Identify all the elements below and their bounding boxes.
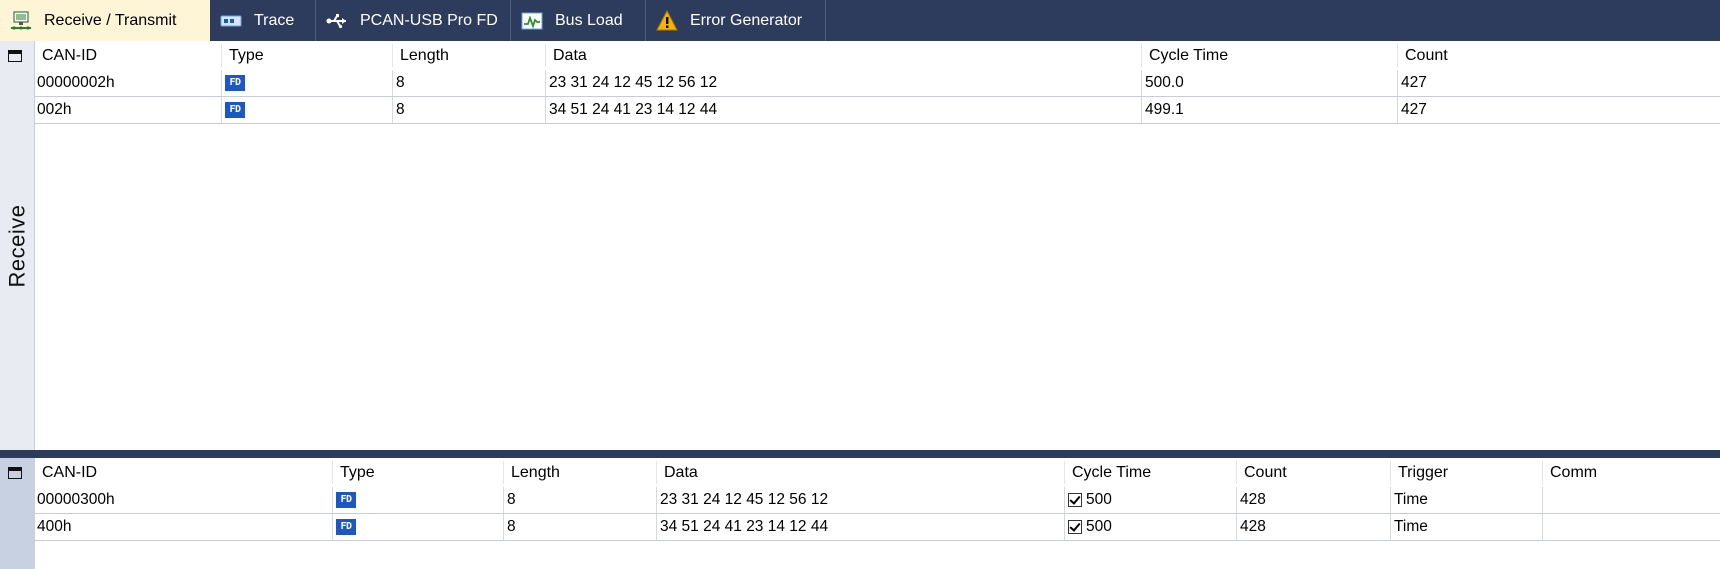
data-cell: 34 51 24 41 23 14 12 44	[656, 514, 1064, 540]
column-header-count[interactable]: Count	[1236, 458, 1390, 487]
transmit-header-row: CAN-ID Type Length Data Cycle Time Count…	[34, 458, 1720, 487]
column-header-type[interactable]: Type	[221, 41, 392, 70]
count-cell: 428	[1236, 487, 1390, 513]
trace-icon	[220, 10, 242, 32]
receive-header-row: CAN-ID Type Length Data Cycle Time Count	[34, 41, 1720, 70]
type-cell: FD	[221, 97, 392, 123]
data-cell: 23 31 24 12 45 12 56 12	[656, 487, 1064, 513]
column-header-count[interactable]: Count	[1397, 41, 1720, 70]
length-cell: 8	[392, 70, 545, 96]
column-header-cycle-time[interactable]: Cycle Time	[1064, 458, 1236, 487]
count-cell: 427	[1397, 70, 1720, 96]
warning-icon	[656, 9, 678, 32]
column-header-cycle-time[interactable]: Cycle Time	[1141, 41, 1397, 70]
tab-pcan-usb-pro-fd[interactable]: PCAN-USB Pro FD	[316, 0, 511, 41]
comment-cell	[1542, 514, 1720, 540]
window-maximize-icon[interactable]	[8, 467, 22, 479]
usb-icon	[326, 10, 348, 32]
count-cell: 428	[1236, 514, 1390, 540]
fd-badge: FD	[225, 75, 245, 91]
cycle-time-value: 500	[1086, 491, 1112, 508]
column-header-length[interactable]: Length	[392, 41, 545, 70]
trigger-cell: Time	[1390, 514, 1542, 540]
length-cell: 8	[503, 514, 656, 540]
type-cell: FD	[332, 514, 503, 540]
tab-label: Error Generator	[690, 11, 803, 29]
cycle-time-cell: 500	[1064, 514, 1236, 540]
table-row[interactable]: 00000002h FD 8 23 31 24 12 45 12 56 12 5…	[34, 70, 1720, 97]
tab-bus-load[interactable]: Bus Load	[511, 0, 646, 41]
cycle-time-cell: 500.0	[1141, 70, 1397, 96]
table-row[interactable]: 002h FD 8 34 51 24 41 23 14 12 44 499.1 …	[34, 97, 1720, 124]
column-header-can-id[interactable]: CAN-ID	[34, 458, 332, 487]
length-cell: 8	[392, 97, 545, 123]
tab-bar: Receive / Transmit Trace PCAN-USB Pro FD	[0, 0, 1720, 41]
bus-load-icon	[521, 10, 543, 32]
cycle-enabled-checkbox[interactable]	[1068, 493, 1082, 507]
transmit-pane: CAN-ID Type Length Data Cycle Time Count…	[0, 458, 1720, 569]
network-computer-icon	[10, 10, 32, 32]
column-header-data[interactable]: Data	[545, 41, 1141, 70]
receive-pane: Receive CAN-ID Type Length Data Cycle Ti…	[0, 41, 1720, 450]
can-id-cell: 00000002h	[37, 74, 115, 91]
can-id-cell: 400h	[37, 518, 72, 535]
tab-error-generator[interactable]: Error Generator	[646, 0, 826, 41]
tab-label: Bus Load	[555, 11, 623, 29]
fd-badge: FD	[336, 492, 356, 508]
fd-badge: FD	[225, 102, 245, 118]
type-cell: FD	[332, 487, 503, 513]
can-id-cell: 002h	[37, 101, 72, 118]
transmit-table: CAN-ID Type Length Data Cycle Time Count…	[34, 458, 1720, 541]
receive-side-strip: Receive	[0, 41, 35, 450]
column-header-length[interactable]: Length	[503, 458, 656, 487]
transmit-side-strip	[0, 458, 35, 569]
column-header-comment[interactable]: Comm	[1542, 458, 1720, 487]
receive-table: CAN-ID Type Length Data Cycle Time Count…	[34, 41, 1720, 124]
fd-badge: FD	[336, 519, 356, 535]
tab-label: Trace	[254, 11, 295, 29]
table-row[interactable]: 400h FD 8 34 51 24 41 23 14 12 44 500 42…	[34, 514, 1720, 541]
column-header-type[interactable]: Type	[332, 458, 503, 487]
can-id-cell: 00000300h	[37, 491, 115, 508]
column-header-can-id[interactable]: CAN-ID	[34, 41, 221, 70]
cycle-time-cell: 499.1	[1141, 97, 1397, 123]
type-cell: FD	[221, 70, 392, 96]
cycle-time-cell: 500	[1064, 487, 1236, 513]
receive-side-label: Receive	[4, 204, 30, 287]
trigger-cell: Time	[1390, 487, 1542, 513]
tab-receive-transmit[interactable]: Receive / Transmit	[0, 0, 210, 41]
cycle-time-value: 500	[1086, 518, 1112, 535]
length-cell: 8	[503, 487, 656, 513]
table-row[interactable]: 00000300h FD 8 23 31 24 12 45 12 56 12 5…	[34, 487, 1720, 514]
data-cell: 34 51 24 41 23 14 12 44	[545, 97, 1141, 123]
count-cell: 427	[1397, 97, 1720, 123]
tab-trace[interactable]: Trace	[210, 0, 316, 41]
column-header-data[interactable]: Data	[656, 458, 1064, 487]
data-cell: 23 31 24 12 45 12 56 12	[545, 70, 1141, 96]
column-header-trigger[interactable]: Trigger	[1390, 458, 1542, 487]
tab-label: PCAN-USB Pro FD	[360, 11, 498, 29]
comment-cell	[1542, 487, 1720, 513]
cycle-enabled-checkbox[interactable]	[1068, 520, 1082, 534]
tab-label: Receive / Transmit	[44, 11, 177, 29]
pane-splitter[interactable]	[0, 450, 1720, 458]
